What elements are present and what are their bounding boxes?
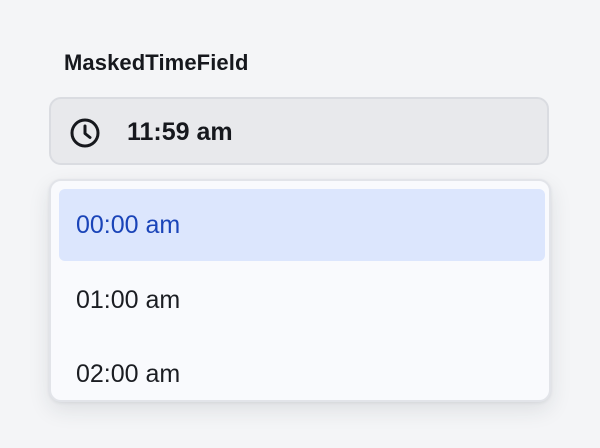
time-input[interactable]: 11:59 am xyxy=(49,97,549,165)
time-option-0100[interactable]: 01:00 am xyxy=(59,264,545,336)
time-value: 11:59 am xyxy=(127,118,233,146)
time-options-dropdown[interactable]: 00:00 am 01:00 am 02:00 am xyxy=(49,179,551,402)
clock-icon xyxy=(70,118,100,148)
field-label: MaskedTimeField xyxy=(64,50,249,75)
time-option-0200[interactable]: 02:00 am xyxy=(59,338,545,400)
time-option-0000[interactable]: 00:00 am xyxy=(59,189,545,261)
